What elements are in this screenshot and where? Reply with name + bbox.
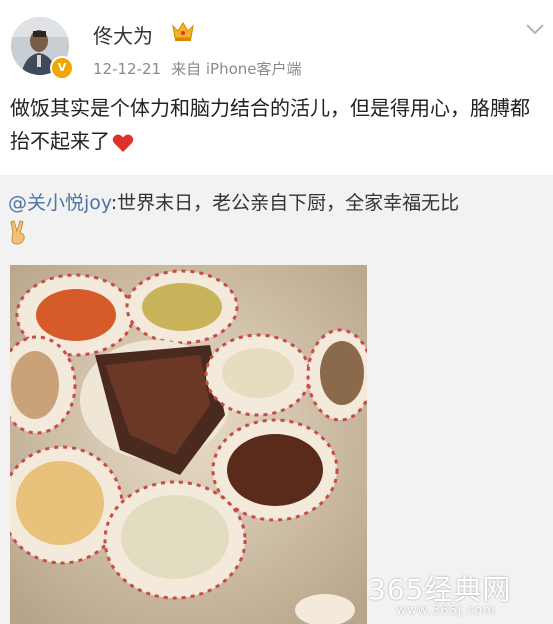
post-time: 12-12-21 bbox=[93, 60, 162, 78]
post-header: V 佟大为 12-12-21 来自 iPhone客户端 bbox=[0, 0, 553, 92]
repost-card[interactable]: @关小悦joy:世界末日，老公亲自下厨，全家幸福无比 bbox=[0, 175, 553, 624]
heart-icon bbox=[112, 134, 134, 152]
chevron-down-icon[interactable] bbox=[525, 22, 545, 36]
watermark-url: www.365j.com bbox=[396, 603, 496, 617]
post-meta: 12-12-21 来自 iPhone客户端 bbox=[93, 58, 302, 79]
post-text: 做饭其实是个体力和脑力结合的活儿，但是得用心，胳膊都抬不起来了 bbox=[10, 96, 530, 153]
verified-badge: V bbox=[50, 56, 74, 80]
victory-hand-icon bbox=[10, 219, 25, 245]
crown-icon bbox=[172, 22, 194, 41]
post-text-block: 做饭其实是个体力和脑力结合的活儿，但是得用心，胳膊都抬不起来了 bbox=[10, 92, 545, 158]
repost-mention-link[interactable]: @关小悦joy bbox=[8, 192, 111, 214]
food-photo[interactable] bbox=[10, 265, 367, 624]
repost-text-block: @关小悦joy:世界末日，老公亲自下厨，全家幸福无比 bbox=[8, 189, 548, 245]
author-name[interactable]: 佟大为 bbox=[93, 20, 153, 49]
repost-text: :世界末日，老公亲自下厨，全家幸福无比 bbox=[110, 192, 460, 214]
watermark-logo: 365经典网 bbox=[368, 573, 512, 606]
post-source: 来自 iPhone客户端 bbox=[171, 60, 302, 78]
